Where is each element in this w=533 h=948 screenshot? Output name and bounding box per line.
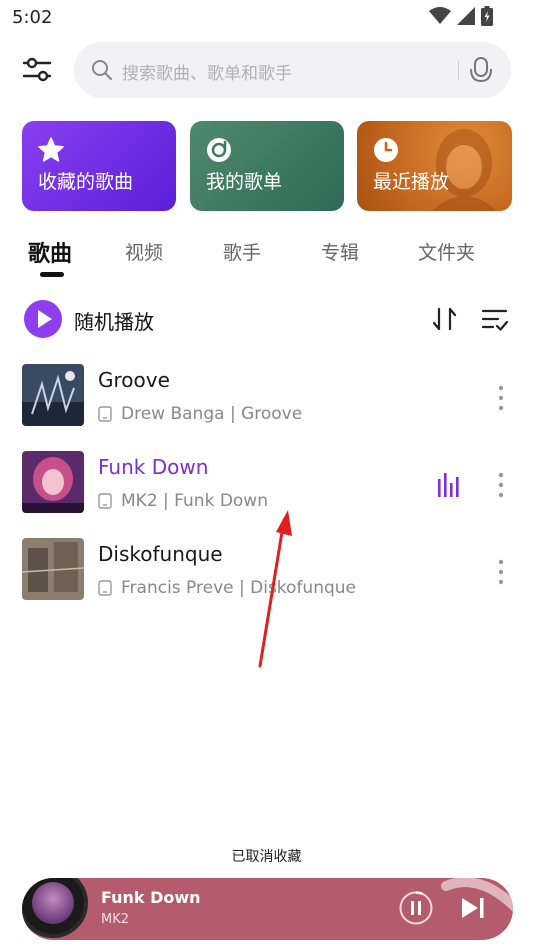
- portrait-artwork: [432, 129, 497, 211]
- search-divider: [458, 60, 459, 80]
- more-options-icon[interactable]: [496, 384, 506, 412]
- song-meta: Drew Banga | Groove: [98, 404, 302, 424]
- shuffle-play-button[interactable]: [24, 300, 62, 338]
- search-icon: [92, 60, 113, 81]
- tab-songs[interactable]: 歌曲: [28, 236, 72, 268]
- more-options-icon[interactable]: [496, 558, 506, 586]
- active-tab-indicator: [40, 272, 64, 277]
- clock-icon: [374, 138, 398, 162]
- now-playing-equalizer-icon: [438, 473, 459, 497]
- song-row-groove[interactable]: Groove Drew Banga | Groove: [0, 362, 533, 432]
- play-icon: [38, 310, 52, 328]
- playlist-disc-icon: [207, 138, 231, 162]
- mini-player-album-disc[interactable]: [22, 878, 88, 938]
- groove-cover-art: [22, 364, 84, 426]
- shuffle-row: 随机播放: [0, 298, 533, 340]
- my-playlists-card-label: 我的歌单: [206, 171, 283, 193]
- watermark-logo-icon: [441, 878, 513, 912]
- wifi-icon: [429, 7, 451, 24]
- annotation-arrow-icon: [258, 510, 292, 668]
- battery-icon: [481, 6, 493, 26]
- mini-player[interactable]: Funk Down MK2: [22, 878, 513, 940]
- top-bar: 搜索歌曲、歌单和歌手: [0, 42, 533, 98]
- song-title: Diskofunque: [98, 542, 223, 566]
- song-subtitle: MK2 | Funk Down: [121, 491, 268, 511]
- signal-icon: [457, 7, 475, 25]
- tab-videos[interactable]: 视频: [125, 238, 163, 265]
- album-cover: [22, 538, 84, 600]
- shuffle-play-label[interactable]: 随机播放: [74, 306, 154, 335]
- local-file-icon: [98, 406, 112, 422]
- local-file-icon: [98, 493, 112, 509]
- diskofunque-cover-art: [22, 538, 84, 600]
- search-placeholder: 搜索歌曲、歌单和歌手: [122, 64, 292, 84]
- filter-settings-button[interactable]: [20, 54, 56, 86]
- star-icon: [38, 137, 64, 162]
- status-time: 5:02: [12, 7, 53, 28]
- favorites-card[interactable]: 收藏的歌曲: [22, 121, 176, 211]
- multi-select-icon[interactable]: [480, 305, 510, 333]
- funk-down-cover-art: [22, 451, 84, 513]
- song-meta: Francis Preve | Diskofunque: [98, 578, 356, 598]
- pause-icon[interactable]: [398, 890, 434, 926]
- more-options-icon[interactable]: [496, 471, 506, 499]
- tab-artists[interactable]: 歌手: [223, 238, 261, 265]
- mini-player-artist: MK2: [101, 912, 130, 927]
- favorites-card-label: 收藏的歌曲: [38, 171, 134, 193]
- category-tabs: 歌曲 视频 歌手 专辑 文件夹: [0, 232, 533, 282]
- song-title: Funk Down: [98, 455, 209, 479]
- album-cover: [22, 451, 84, 513]
- song-subtitle: Drew Banga | Groove: [121, 404, 303, 424]
- sliders-icon: [22, 57, 52, 82]
- mini-player-title: Funk Down: [101, 888, 201, 907]
- status-icons: [429, 6, 493, 26]
- local-file-icon: [98, 580, 112, 596]
- toast-message: 已取消收藏: [231, 849, 302, 865]
- my-playlists-card[interactable]: 我的歌单: [190, 121, 344, 211]
- sort-icon[interactable]: [430, 304, 460, 334]
- song-title: Groove: [98, 368, 170, 392]
- song-row-funk-down[interactable]: Funk Down MK2 | Funk Down: [0, 449, 533, 519]
- quick-access-cards: 收藏的歌曲 我的歌单 最近播放: [22, 121, 512, 211]
- tab-albums[interactable]: 专辑: [321, 238, 359, 265]
- mini-player-cover: [32, 882, 74, 924]
- album-cover: [22, 364, 84, 426]
- microphone-icon[interactable]: [468, 56, 494, 84]
- recently-played-card[interactable]: 最近播放: [357, 121, 512, 211]
- recently-played-card-label: 最近播放: [373, 171, 450, 193]
- search-input[interactable]: 搜索歌曲、歌单和歌手: [74, 42, 511, 98]
- tab-folders[interactable]: 文件夹: [418, 238, 475, 265]
- song-meta: MK2 | Funk Down: [98, 491, 268, 511]
- status-bar: 5:02: [0, 0, 533, 36]
- song-subtitle: Francis Preve | Diskofunque: [121, 578, 357, 598]
